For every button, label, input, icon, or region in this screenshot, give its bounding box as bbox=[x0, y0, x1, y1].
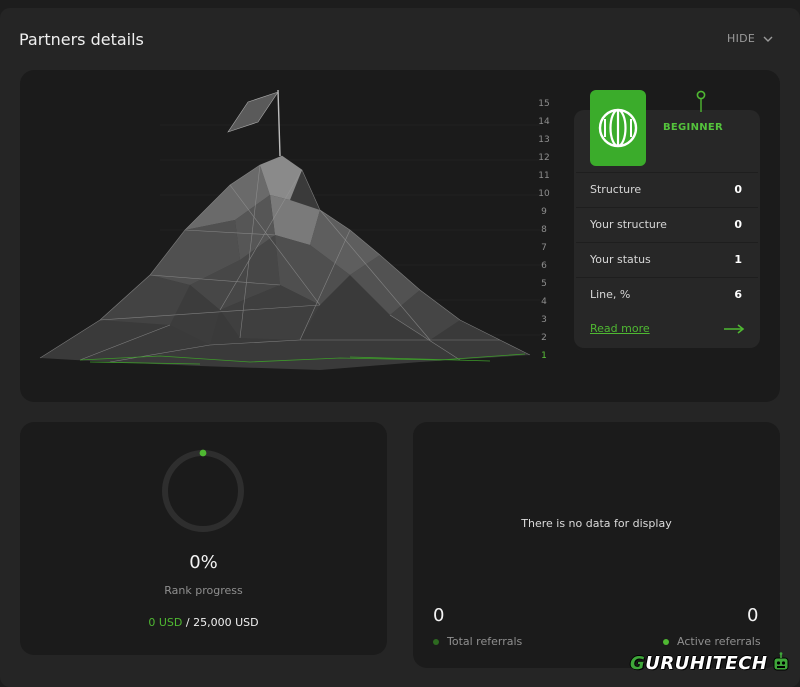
level-tick: 7 bbox=[541, 243, 547, 253]
mountain-illustration bbox=[39, 89, 540, 370]
level-tick: 2 bbox=[541, 333, 547, 343]
active-referrals-legend: Active referrals bbox=[663, 635, 761, 648]
legend-dot bbox=[433, 638, 439, 645]
arrow-right-icon[interactable] bbox=[723, 324, 745, 334]
empty-message: There is no data for display bbox=[521, 517, 672, 530]
rank-row-value: 6 bbox=[734, 287, 742, 301]
legend-dot bbox=[663, 638, 669, 645]
active-referrals-label: Active referrals bbox=[677, 635, 761, 648]
hide-label: HIDE bbox=[727, 32, 756, 45]
rank-row-line-percent: Line, % 6 bbox=[576, 277, 758, 310]
rank-name: BEGINNER bbox=[663, 122, 724, 133]
total-referrals-label: Total referrals bbox=[447, 635, 523, 648]
globe-icon bbox=[598, 108, 638, 148]
rank-row-value: 0 bbox=[734, 182, 742, 196]
level-tick: 14 bbox=[538, 117, 550, 127]
chevron-down-icon bbox=[763, 36, 773, 42]
progress-percent: 0% bbox=[189, 552, 218, 573]
flag-icon bbox=[227, 89, 281, 157]
level-tick: 6 bbox=[541, 261, 547, 271]
rank-row-label: Your status bbox=[590, 252, 651, 266]
progress-amount: 0 USD / 25,000 USD bbox=[0, 616, 407, 629]
level-tick: 5 bbox=[541, 279, 547, 289]
progress-target: 25,000 USD bbox=[193, 616, 259, 629]
robot-icon bbox=[773, 652, 789, 671]
progress-label: Rank progress bbox=[164, 584, 243, 597]
level-tick: 12 bbox=[538, 153, 550, 163]
progress-current: 0 USD bbox=[148, 616, 183, 629]
watermark-text: GURUHITECH bbox=[630, 652, 768, 674]
rank-row-value: 0 bbox=[734, 217, 742, 231]
read-more-link[interactable]: Read more bbox=[590, 322, 650, 335]
rank-row-your-status: Your status 1 bbox=[576, 242, 758, 275]
rank-row-value: 1 bbox=[734, 252, 742, 266]
referrals-card bbox=[413, 422, 780, 668]
pin-icon bbox=[696, 90, 706, 112]
level-tick: 4 bbox=[541, 297, 547, 307]
level-tick: 11 bbox=[538, 171, 550, 181]
rank-badge bbox=[590, 90, 646, 166]
level-tick: 10 bbox=[538, 189, 550, 199]
total-referrals-legend: Total referrals bbox=[433, 635, 522, 648]
total-referrals-value: 0 bbox=[433, 605, 445, 626]
rank-row-your-structure: Your structure 0 bbox=[576, 207, 758, 240]
level-tick: 13 bbox=[538, 135, 550, 145]
rank-row-label: Line, % bbox=[590, 287, 631, 301]
hide-button[interactable]: HIDE bbox=[727, 32, 773, 45]
level-tick: 3 bbox=[541, 315, 547, 325]
watermark: GURUHITECH bbox=[630, 652, 791, 674]
level-tick-current: 1 bbox=[541, 351, 547, 361]
level-tick: 8 bbox=[541, 225, 547, 235]
level-tick: 15 bbox=[538, 99, 550, 109]
page-title: Partners details bbox=[19, 30, 144, 49]
progress-ring bbox=[162, 449, 244, 532]
rank-row-structure: Structure 0 bbox=[576, 172, 758, 205]
rank-row-label: Structure bbox=[590, 182, 642, 196]
rank-row-label: Your structure bbox=[590, 217, 667, 231]
level-tick: 9 bbox=[541, 207, 547, 217]
active-referrals-value: 0 bbox=[747, 605, 759, 626]
progress-separator: / bbox=[185, 616, 190, 629]
